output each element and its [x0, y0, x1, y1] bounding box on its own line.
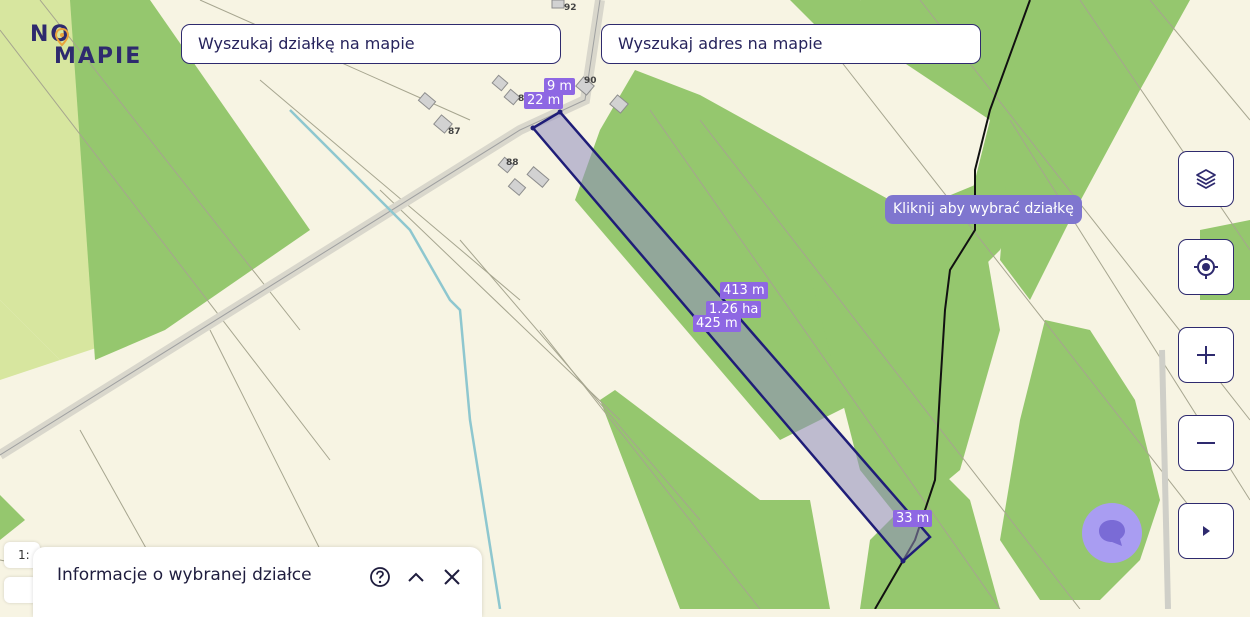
close-icon[interactable]	[441, 566, 463, 588]
plot-vertex	[530, 125, 536, 131]
play-icon	[1203, 526, 1210, 536]
plot-search-input[interactable]: Wyszukaj działkę na mapie	[181, 24, 561, 64]
house-number: 90	[584, 76, 597, 86]
measure-label-bottom: 33 m	[893, 510, 933, 527]
crosshair-icon	[1194, 255, 1218, 279]
select-plot-tooltip: Kliknij aby wybrać działkę	[885, 195, 1082, 224]
layers-button[interactable]	[1178, 151, 1234, 207]
panel-title: Informacje o wybranej działce	[57, 565, 312, 585]
house-number: 87	[448, 127, 461, 137]
chat-button[interactable]	[1082, 503, 1142, 563]
measure-label-long-right: 413 m	[720, 282, 768, 299]
map-canvas[interactable]: 92 90 87 88 8	[0, 0, 1250, 609]
expand-panel-button[interactable]	[1178, 503, 1234, 559]
locate-button[interactable]	[1178, 239, 1234, 295]
plot-info-panel: Informacje o wybranej działce	[33, 547, 482, 617]
zoom-out-button[interactable]	[1178, 415, 1234, 471]
zoom-in-button[interactable]	[1178, 327, 1234, 383]
address-search-input[interactable]: Wyszukaj adres na mapie	[601, 24, 981, 64]
help-icon[interactable]	[369, 566, 391, 588]
layers-icon	[1196, 169, 1216, 189]
minus-icon	[1197, 442, 1215, 444]
logo-text-line2: MAPIE	[54, 44, 143, 69]
chat-icon	[1099, 520, 1125, 546]
logo-text-line1: NO	[30, 22, 72, 47]
app-logo[interactable]: NO MAPIE	[30, 24, 142, 68]
measure-label-top-left: 22 m	[524, 92, 564, 109]
plus-icon	[1197, 346, 1215, 364]
location-pin-icon	[54, 28, 70, 46]
measure-label-long-left: 425 m	[693, 315, 741, 332]
plot-vertex	[557, 109, 563, 115]
chevron-up-icon[interactable]	[405, 566, 427, 588]
house-number: 92	[564, 3, 577, 13]
house-number: 88	[506, 158, 519, 168]
plot-vertex	[900, 558, 906, 564]
